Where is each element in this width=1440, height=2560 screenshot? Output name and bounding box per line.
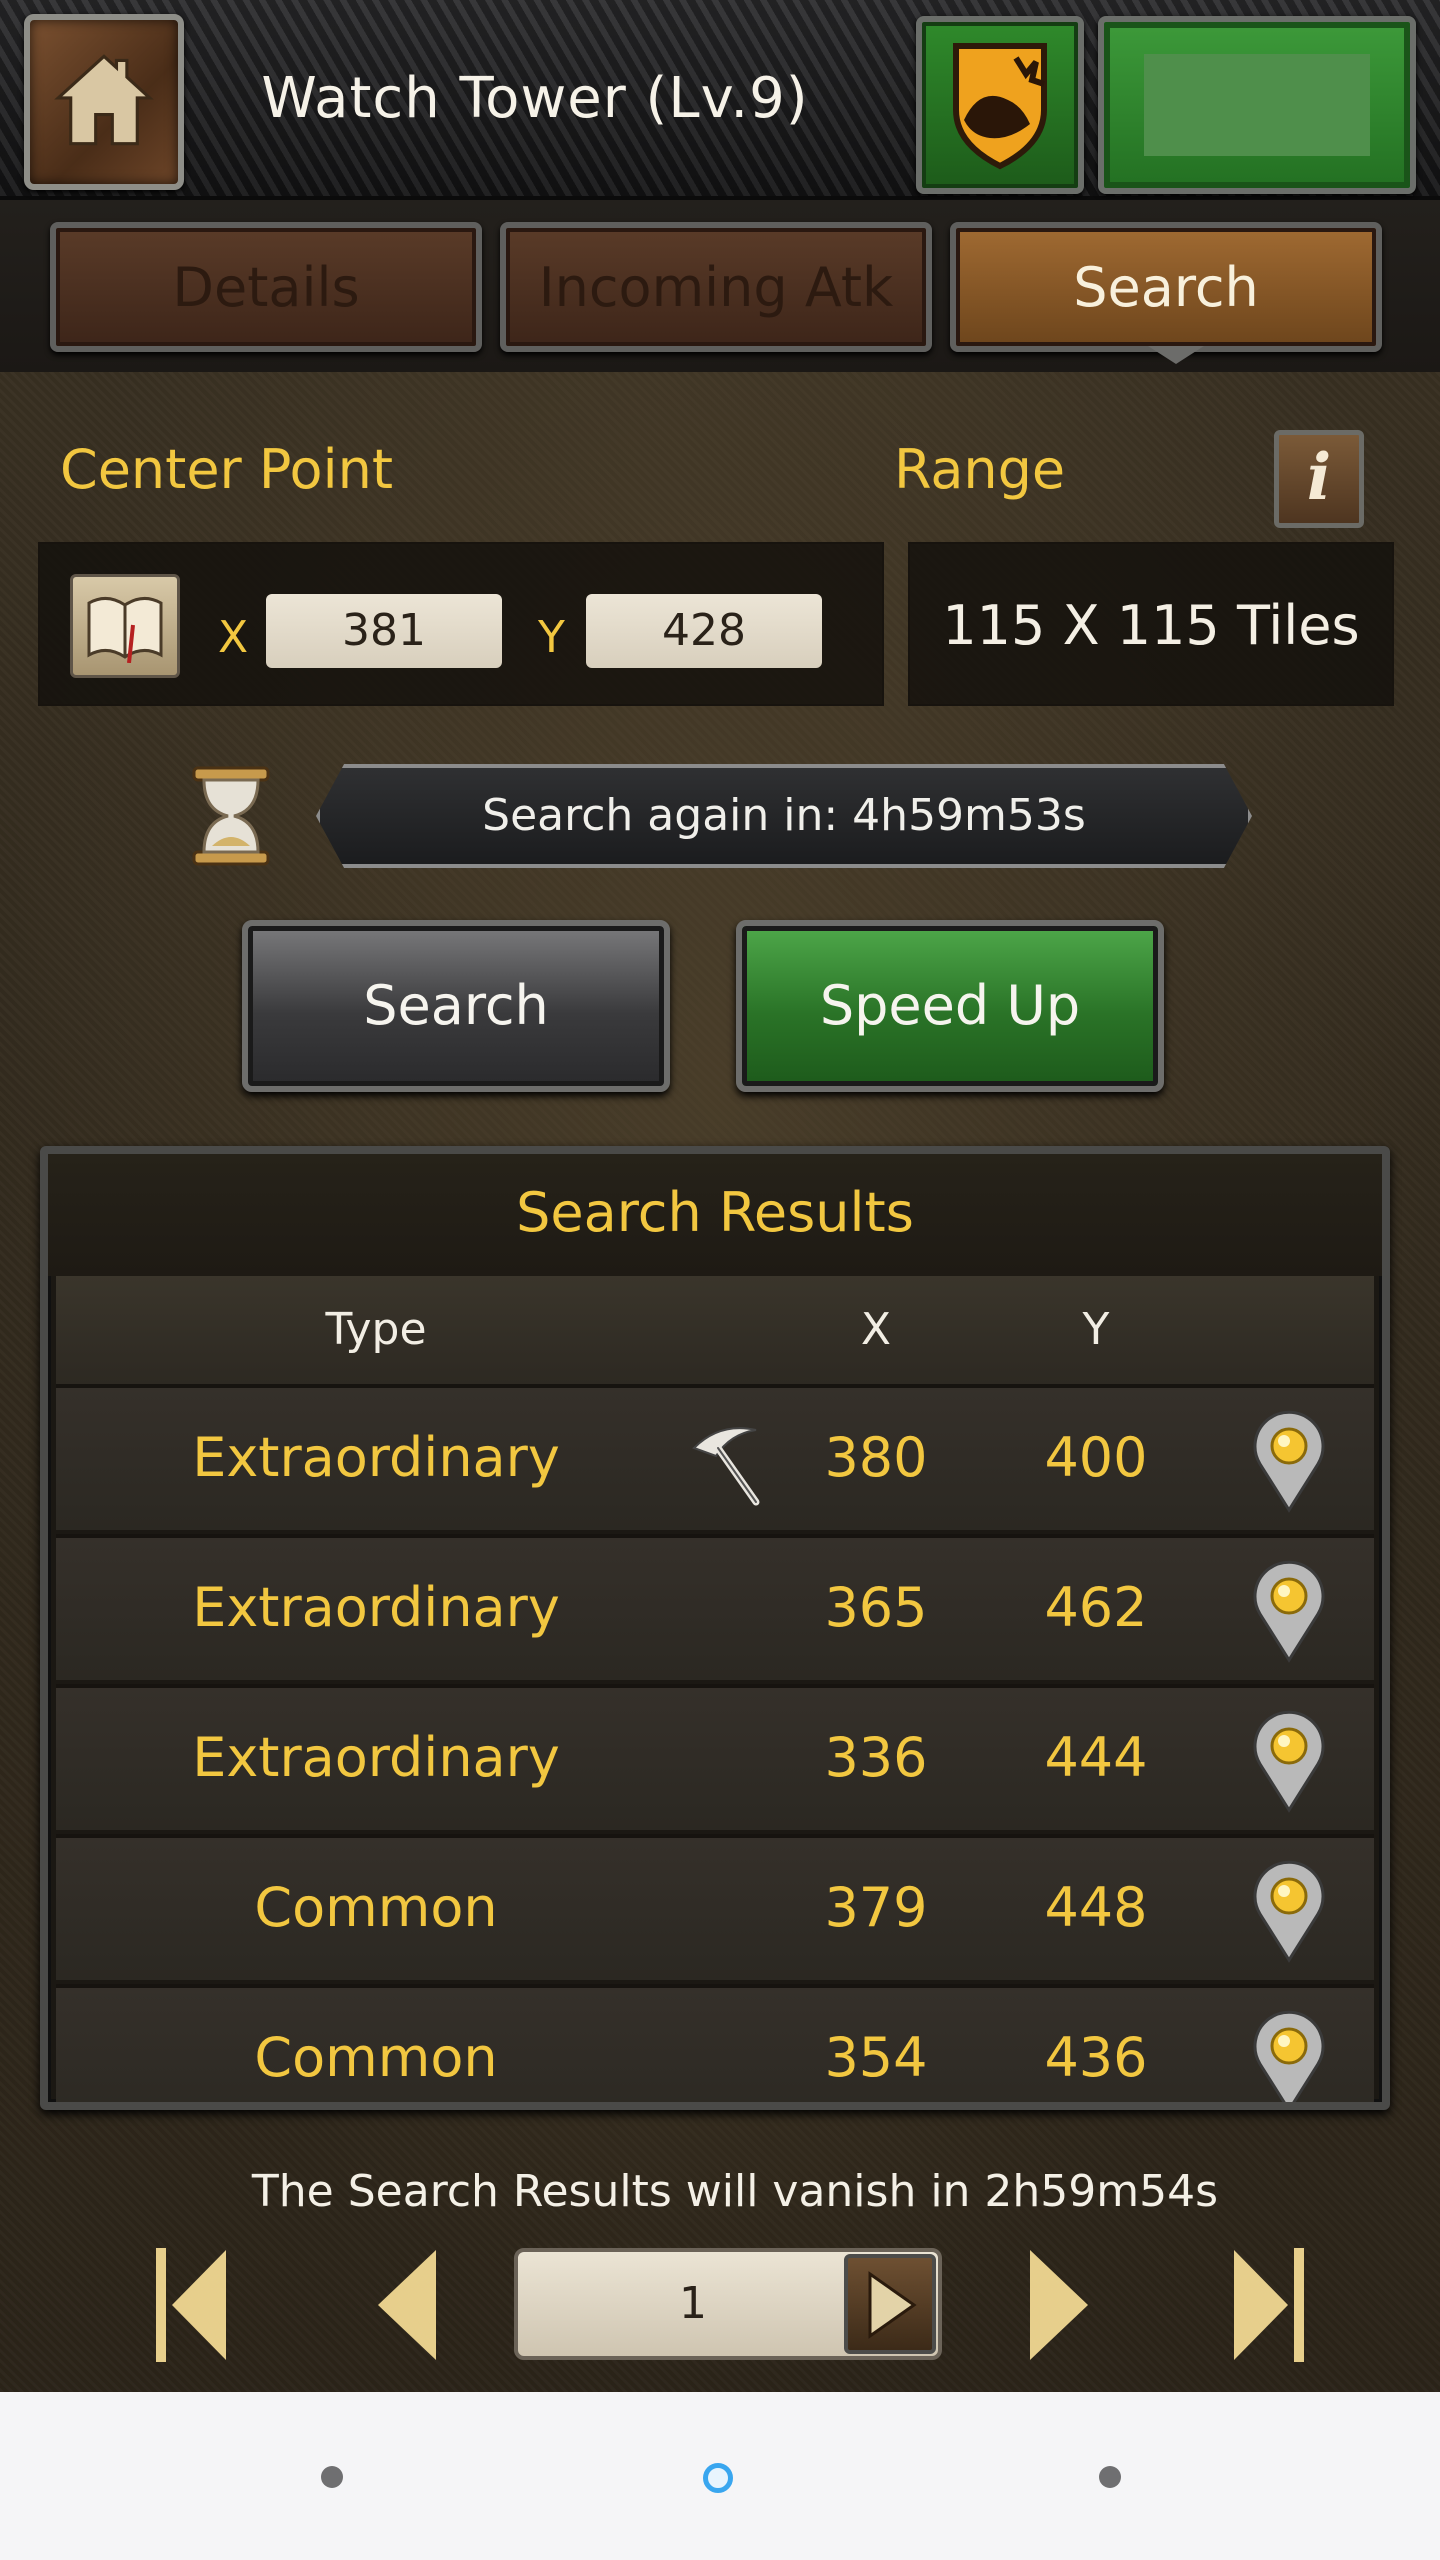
game-screen: Watch Tower (Lv.9) Details Incoming Atk … <box>0 0 1440 2392</box>
map-pin-icon[interactable] <box>1246 2010 1332 2110</box>
alert-button[interactable] <box>916 16 1084 194</box>
page-input[interactable]: 1 <box>514 2248 942 2360</box>
result-type: Extraordinary <box>192 1426 560 1489</box>
range-label: Range <box>894 438 1066 501</box>
home-button[interactable] <box>24 14 184 190</box>
result-x: 336 <box>824 1726 928 1789</box>
result-y: 400 <box>1044 1426 1148 1489</box>
page-title: Watch Tower (Lv.9) <box>261 66 809 131</box>
resource-button[interactable] <box>1098 16 1416 194</box>
header-type: Type <box>325 1304 427 1355</box>
active-tab-indicator <box>1148 346 1204 364</box>
nav-back-button[interactable] <box>321 2466 343 2488</box>
center-point-panel: X 381 Y 428 <box>38 542 884 706</box>
result-row[interactable]: Extraordinary 336 444 <box>56 1684 1374 1830</box>
search-button[interactable]: Search <box>242 920 670 1092</box>
y-coordinate-input[interactable]: 428 <box>586 594 822 668</box>
result-row[interactable]: Extraordinary 380 400 <box>56 1384 1374 1530</box>
result-y: 448 <box>1044 1876 1148 1939</box>
last-page-icon[interactable] <box>1222 2240 1312 2370</box>
result-type: Common <box>254 2026 498 2089</box>
header-x: X <box>860 1304 892 1355</box>
result-row[interactable]: Common 379 448 <box>56 1834 1374 1980</box>
results-expiry-text: The Search Results will vanish in 2h59m5… <box>251 2166 1219 2217</box>
x-axis-label: X <box>218 612 249 663</box>
result-y: 436 <box>1044 2026 1148 2089</box>
result-y: 462 <box>1044 1576 1148 1639</box>
result-x: 379 <box>824 1876 928 1939</box>
page-number: 1 <box>679 2278 707 2329</box>
x-coordinate-input[interactable]: 381 <box>266 594 502 668</box>
result-type: Extraordinary <box>192 1576 560 1639</box>
pickaxe-icon <box>692 1427 760 1506</box>
nav-home-button[interactable] <box>703 2463 733 2493</box>
book-icon <box>87 597 163 663</box>
hourglass-icon <box>192 766 270 866</box>
first-page-icon[interactable] <box>148 2240 238 2370</box>
shield-alert-icon <box>953 43 1047 170</box>
range-value: 115 X 115 Tiles <box>908 542 1394 706</box>
map-pin-icon[interactable] <box>1246 1560 1332 1664</box>
result-row[interactable]: Extraordinary 365 462 <box>56 1534 1374 1680</box>
result-y: 444 <box>1044 1726 1148 1789</box>
speed-up-button[interactable]: Speed Up <box>736 920 1164 1092</box>
search-cooldown-timer: Search again in: 4h59m53s <box>316 764 1252 868</box>
map-pin-icon[interactable] <box>1246 1410 1332 1514</box>
nav-recents-button[interactable] <box>1099 2466 1121 2488</box>
header-y: Y <box>1082 1304 1110 1355</box>
results-header-row: Type X Y <box>56 1276 1374 1384</box>
tab-bar: Details Incoming Atk Search <box>0 200 1440 372</box>
search-results-panel: Search Results Type X Y Extraordinary 38… <box>40 1146 1390 2110</box>
search-results-title: Search Results <box>48 1154 1382 1276</box>
result-type: Extraordinary <box>192 1726 560 1789</box>
map-pin-icon[interactable] <box>1246 1710 1332 1814</box>
info-icon: i <box>1306 440 1332 515</box>
resource-button-face <box>1144 54 1370 156</box>
info-button[interactable]: i <box>1274 430 1364 528</box>
play-icon <box>868 2271 917 2339</box>
go-page-button[interactable] <box>844 2254 936 2354</box>
result-x: 365 <box>824 1576 928 1639</box>
result-x: 380 <box>824 1426 928 1489</box>
map-pin-icon[interactable] <box>1246 1860 1332 1964</box>
bookmark-button[interactable] <box>70 574 180 678</box>
next-page-icon[interactable] <box>1016 2240 1106 2370</box>
result-x: 354 <box>824 2026 928 2089</box>
header-bar: Watch Tower (Lv.9) <box>0 0 1440 200</box>
home-icon <box>54 54 154 146</box>
result-type: Common <box>254 1876 498 1939</box>
result-row[interactable]: Common 354 436 <box>56 1984 1374 2110</box>
tab-incoming-atk[interactable]: Incoming Atk <box>500 222 932 352</box>
tab-details[interactable]: Details <box>50 222 482 352</box>
prev-page-icon[interactable] <box>360 2240 450 2370</box>
y-axis-label: Y <box>538 612 565 663</box>
tab-search[interactable]: Search <box>950 222 1382 352</box>
center-point-label: Center Point <box>60 438 393 501</box>
